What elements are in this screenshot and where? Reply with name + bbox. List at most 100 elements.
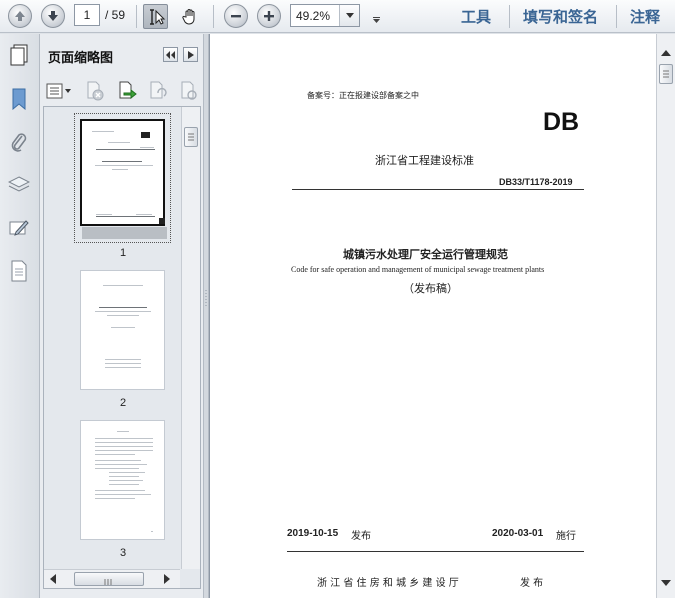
plus-icon bbox=[264, 11, 274, 21]
paperclip-icon bbox=[11, 133, 27, 152]
scroll-left-icon[interactable] bbox=[50, 574, 56, 584]
thumbnail-page-2[interactable] bbox=[80, 270, 165, 390]
arrow-up-icon bbox=[15, 11, 25, 21]
signatures-button[interactable] bbox=[6, 215, 32, 241]
pages-icon bbox=[10, 44, 28, 66]
zoom-out-button[interactable] bbox=[224, 4, 248, 28]
thumbnail-scroll-thumb[interactable] bbox=[184, 127, 198, 147]
hand-icon bbox=[181, 8, 194, 25]
effective-date: 2020-03-01 bbox=[492, 528, 544, 539]
bookmark-icon bbox=[12, 88, 26, 110]
standard-type-label: 浙江省工程建设标准 bbox=[375, 154, 474, 167]
thumbnail-toolbar bbox=[40, 78, 203, 104]
grip-icon bbox=[104, 579, 112, 585]
zoom-in-button[interactable] bbox=[257, 4, 281, 28]
layers-icon bbox=[8, 176, 30, 192]
thumbnail-label-2: 2 bbox=[119, 397, 127, 409]
issuing-authority: 浙 江 省 住 房 和 城 乡 建 设 厅 bbox=[317, 578, 459, 589]
thumbnail-corner-mark bbox=[159, 218, 165, 224]
document-title-en: Code for safe operation and management o… bbox=[291, 265, 545, 274]
issue-label: 发布 bbox=[351, 531, 371, 542]
double-chevron-left-icon bbox=[166, 50, 175, 59]
rotate-page-icon bbox=[150, 81, 167, 99]
layers-button[interactable] bbox=[6, 172, 32, 198]
document-icon bbox=[11, 260, 27, 282]
page-total-label: / 59 bbox=[105, 8, 126, 22]
extract-pages-button[interactable] bbox=[116, 80, 138, 102]
standard-number: DB33/T1178-2019 bbox=[499, 177, 573, 187]
zoom-level-value: 49.2% bbox=[296, 9, 331, 23]
scroll-down-icon[interactable] bbox=[661, 580, 671, 586]
chevron-down-icon bbox=[345, 13, 354, 18]
release-status: （发布稿） bbox=[403, 282, 458, 295]
toolbar-options-button[interactable] bbox=[372, 10, 381, 29]
panel-header: 页面缩略图 bbox=[40, 34, 203, 76]
thumbnail-horizontal-scrollbar[interactable] bbox=[44, 569, 180, 588]
thumbnail-label-1: 1 bbox=[119, 247, 127, 259]
toolbar-separator bbox=[213, 5, 214, 28]
toolbar-separator bbox=[509, 5, 510, 28]
options-menu-button[interactable] bbox=[45, 80, 73, 102]
select-tool-button[interactable] bbox=[143, 4, 168, 29]
bookmarks-button[interactable] bbox=[6, 86, 32, 112]
previous-page-button[interactable] bbox=[8, 4, 32, 28]
thumbnail-viewport: 1 2 3 bbox=[43, 106, 201, 589]
panel-title: 页面缩略图 bbox=[48, 51, 114, 66]
chevron-down-icon bbox=[373, 17, 380, 23]
page-thumbnails-button[interactable] bbox=[6, 42, 32, 68]
page-content-button[interactable] bbox=[6, 258, 32, 284]
record-number-note: 备案号：正在报建设部备案之中 bbox=[307, 91, 419, 100]
thumbnail-hscroll-thumb[interactable] bbox=[74, 572, 144, 586]
main-toolbar: 1 / 59 49.2% 工具 填写和签名 注释 bbox=[0, 0, 675, 33]
thumbnail-label-3: 3 bbox=[119, 547, 127, 559]
menu-comment[interactable]: 注释 bbox=[630, 6, 660, 27]
navigation-rail bbox=[0, 34, 40, 598]
header-rule bbox=[292, 189, 584, 190]
signature-pen-icon bbox=[9, 220, 29, 236]
print-pages-button[interactable] bbox=[178, 80, 200, 102]
grip-icon bbox=[188, 133, 194, 141]
zoom-dropdown-button[interactable] bbox=[339, 5, 359, 26]
page-ring-icon bbox=[181, 81, 197, 100]
page-arrow-icon bbox=[119, 81, 137, 100]
menu-fill-and-sign[interactable]: 填写和签名 bbox=[523, 6, 598, 27]
footer-rule bbox=[287, 551, 584, 552]
delete-pages-button[interactable] bbox=[84, 80, 106, 102]
issue-date: 2019-10-15 bbox=[287, 528, 339, 539]
attachments-button[interactable] bbox=[6, 129, 32, 155]
document-title-cn: 城镇污水处理厂安全运行管理规范 bbox=[343, 248, 508, 261]
document-vertical-scrollbar[interactable] bbox=[656, 34, 675, 598]
toolbar-separator bbox=[136, 5, 137, 28]
next-page-button[interactable] bbox=[41, 4, 65, 28]
page-thumbnails-panel: 页面缩略图 1 2 3 bbox=[40, 34, 203, 598]
minus-icon bbox=[231, 15, 241, 18]
hand-tool-button[interactable] bbox=[177, 4, 202, 29]
thumbnail-viewport-indicator bbox=[82, 227, 167, 239]
delete-page-icon bbox=[87, 81, 104, 101]
document-page: 备案号：正在报建设部备案之中 DB 浙江省工程建设标准 DB33/T1178-2… bbox=[209, 34, 656, 598]
db-logo: DB bbox=[543, 108, 580, 136]
document-scroll-thumb[interactable] bbox=[659, 64, 673, 84]
toolbar-separator bbox=[616, 5, 617, 28]
text-select-cursor-icon bbox=[149, 8, 165, 25]
list-options-icon bbox=[46, 83, 71, 99]
thumbnail-list: 1 2 3 bbox=[44, 107, 180, 569]
thumbnail-page-1[interactable] bbox=[80, 119, 165, 226]
chevron-right-icon bbox=[187, 50, 194, 59]
page-number-input[interactable]: 1 bbox=[74, 4, 100, 26]
thumbnail-logo-mark bbox=[141, 132, 150, 138]
expand-panel-button[interactable] bbox=[183, 47, 198, 62]
menu-tools[interactable]: 工具 bbox=[461, 6, 491, 27]
effective-label: 施行 bbox=[556, 531, 576, 542]
thumbnail-page-3[interactable] bbox=[80, 420, 165, 540]
scroll-up-icon[interactable] bbox=[661, 50, 671, 56]
thumbnail-vertical-scrollbar[interactable] bbox=[181, 107, 200, 569]
collapse-panel-button[interactable] bbox=[163, 47, 178, 62]
grip-icon bbox=[663, 70, 669, 78]
arrow-down-icon bbox=[48, 11, 58, 21]
splitter-grip-icon bbox=[205, 290, 207, 306]
rotate-pages-button[interactable] bbox=[147, 80, 169, 102]
scroll-right-icon[interactable] bbox=[164, 574, 170, 584]
issuing-authority-label: 发 布 bbox=[520, 578, 544, 589]
zoom-level-select[interactable]: 49.2% bbox=[290, 4, 360, 27]
